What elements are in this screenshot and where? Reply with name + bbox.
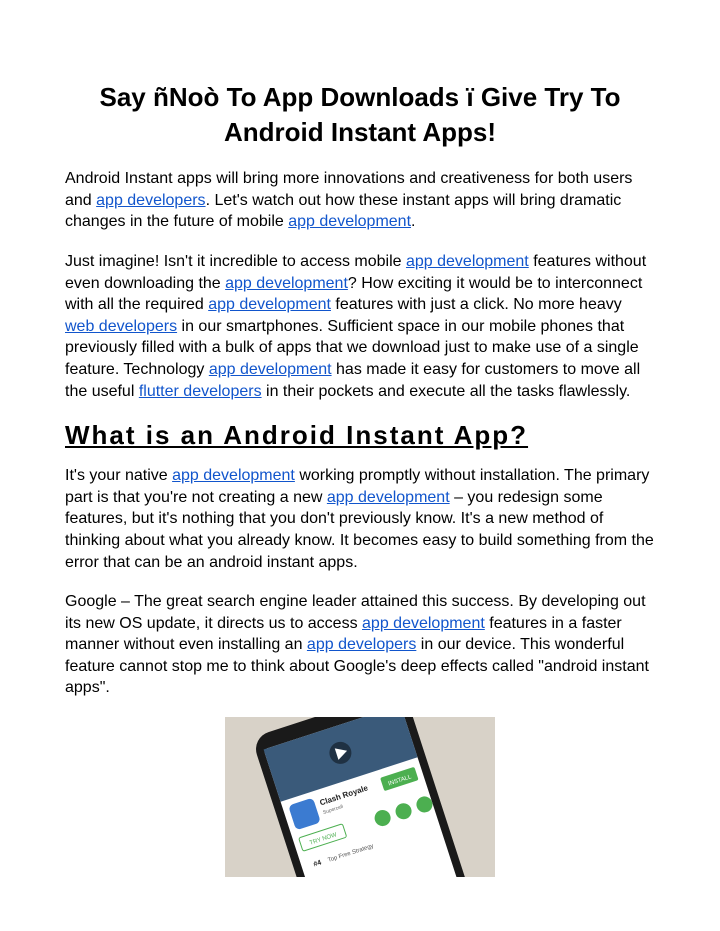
link-app-development[interactable]: app development xyxy=(208,296,331,313)
phone-screenshot-image: Clash Royale Supercell INSTALL TRY NOW #… xyxy=(225,717,495,877)
body-paragraph: It's your native app development working… xyxy=(65,465,655,573)
text: in their pockets and execute all the tas… xyxy=(262,383,631,400)
image-wrapper: Clash Royale Supercell INSTALL TRY NOW #… xyxy=(65,717,655,882)
link-app-development[interactable]: app development xyxy=(209,361,332,378)
text: features with just a click. No more heav… xyxy=(331,296,622,313)
link-web-developers[interactable]: web developers xyxy=(65,318,177,335)
link-app-developers[interactable]: app developers xyxy=(307,636,416,653)
link-app-developers[interactable]: app developers xyxy=(96,192,205,209)
link-app-development[interactable]: app development xyxy=(172,467,295,484)
page-title: Say ñNoò To App Downloads ï Give Try To … xyxy=(65,80,655,150)
link-app-development[interactable]: app development xyxy=(406,253,529,270)
intro-paragraph: Android Instant apps will bring more inn… xyxy=(65,168,655,233)
link-app-development[interactable]: app development xyxy=(225,275,348,292)
link-app-development[interactable]: app development xyxy=(362,615,485,632)
text: It's your native xyxy=(65,467,172,484)
link-app-development[interactable]: app development xyxy=(288,213,411,230)
body-paragraph: Google – The great search engine leader … xyxy=(65,591,655,699)
document-page: Say ñNoò To App Downloads ï Give Try To … xyxy=(0,0,720,931)
section-heading: What is an Android Instant App? xyxy=(65,420,655,451)
body-paragraph: Just imagine! Isn't it incredible to acc… xyxy=(65,251,655,402)
text: Just imagine! Isn't it incredible to acc… xyxy=(65,253,406,270)
link-flutter-developers[interactable]: flutter developers xyxy=(139,383,262,400)
text: . xyxy=(411,213,415,230)
link-app-development[interactable]: app development xyxy=(327,489,450,506)
